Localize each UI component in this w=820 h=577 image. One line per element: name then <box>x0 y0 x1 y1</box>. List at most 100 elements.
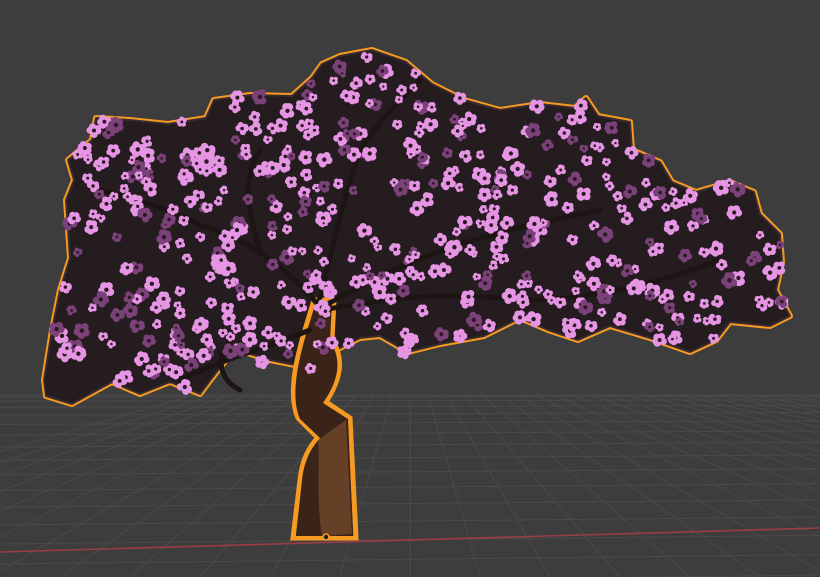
blossom-center <box>462 220 467 225</box>
blossom-center <box>412 86 415 89</box>
blossom-center <box>578 114 583 119</box>
blossom-center <box>136 165 141 170</box>
blossom-center <box>778 243 782 247</box>
blossom-center <box>557 115 560 119</box>
blossom-center <box>323 309 328 313</box>
blossom-center <box>127 295 132 300</box>
blossom-center <box>301 250 304 253</box>
blossom-center <box>713 317 717 321</box>
blossom-center <box>195 161 199 166</box>
blossom-center <box>736 275 741 281</box>
blossom-center <box>674 201 678 205</box>
petal <box>457 328 465 336</box>
blossom-center <box>244 152 248 156</box>
blossom-center <box>482 176 487 181</box>
blossom-center <box>176 304 179 307</box>
blossom-center <box>417 131 421 135</box>
blossom-center <box>620 206 624 210</box>
blossom-center <box>643 202 648 207</box>
blossom-center <box>582 147 585 150</box>
blossom-center <box>657 338 662 342</box>
blossom-center <box>718 185 724 191</box>
blossom-center <box>583 305 588 310</box>
blossom-center <box>178 311 182 315</box>
blossom-center <box>113 122 119 128</box>
origin-point-icon[interactable] <box>322 533 330 541</box>
blossom-center <box>104 287 109 293</box>
blossom-center <box>455 230 458 233</box>
blossom-center <box>142 212 147 217</box>
blossom-center <box>671 190 675 193</box>
blossom-center <box>226 266 231 271</box>
blossom-center <box>322 184 326 188</box>
blossom-center <box>117 378 122 383</box>
blossom-center <box>400 88 404 92</box>
blossom-center <box>368 77 372 81</box>
blossom-center <box>608 184 611 188</box>
blossom-center <box>225 306 230 310</box>
blossom-center <box>102 119 107 124</box>
blossom-center <box>507 293 512 299</box>
blossom-center <box>397 276 402 281</box>
blossom-center <box>482 192 487 197</box>
blossom-center <box>393 247 398 252</box>
blossom-center <box>530 128 536 133</box>
blossom-center <box>139 356 144 362</box>
blossom-center <box>629 150 634 155</box>
blossom-center <box>658 190 663 195</box>
blossom-center <box>145 153 151 158</box>
grid-line <box>697 394 820 423</box>
blossom-center <box>178 241 182 245</box>
blossom-center <box>664 206 668 209</box>
blossom-center <box>428 122 433 127</box>
blossom-center <box>306 272 309 276</box>
blossom-center <box>198 235 202 239</box>
blossom-center <box>354 280 358 284</box>
blossom-center <box>501 257 506 261</box>
3d-viewport[interactable] <box>0 0 820 577</box>
blossom-center <box>337 64 342 69</box>
blossom-center <box>99 216 102 220</box>
blossom-center <box>222 188 226 192</box>
blossom-center <box>593 144 597 147</box>
blossom-center <box>699 217 703 221</box>
blossom-center <box>286 215 290 218</box>
blossom-center <box>414 206 419 211</box>
blossom-center <box>453 117 456 121</box>
blossom-center <box>669 224 674 230</box>
blossom-center <box>188 199 192 204</box>
blossom-center <box>322 260 326 264</box>
blossom-center <box>86 158 90 161</box>
blossom-icon <box>641 153 656 168</box>
blossom-center <box>148 187 153 192</box>
blossom-center <box>354 81 358 86</box>
blossom-center <box>380 69 385 73</box>
blossom-center <box>309 82 313 85</box>
blossom-center <box>217 167 222 172</box>
blossom-center <box>186 352 190 357</box>
blossom-center <box>534 104 539 109</box>
blossom-center <box>439 332 444 337</box>
blossom-center <box>91 212 95 216</box>
blossom-center <box>278 123 283 128</box>
blossom-center <box>486 273 490 277</box>
blossom-center <box>648 294 652 298</box>
blossom-icon <box>476 150 485 160</box>
blossom-center <box>499 178 504 182</box>
blossom-center <box>111 148 116 153</box>
blossom-center <box>270 165 275 170</box>
blossom-center <box>546 292 550 296</box>
blossom-center <box>247 337 253 342</box>
blossom-center <box>285 227 289 231</box>
blossom-center <box>330 340 334 345</box>
blossom-center <box>288 344 291 347</box>
blossom-center <box>283 154 288 159</box>
blossom-center <box>452 245 457 250</box>
blossom-center <box>185 257 189 261</box>
blossom-center <box>182 384 187 390</box>
blossom-center <box>475 275 478 278</box>
blossom-center <box>448 171 452 176</box>
blossom-center <box>527 234 532 239</box>
blossom-center <box>126 195 129 199</box>
blossom-center <box>76 351 81 356</box>
